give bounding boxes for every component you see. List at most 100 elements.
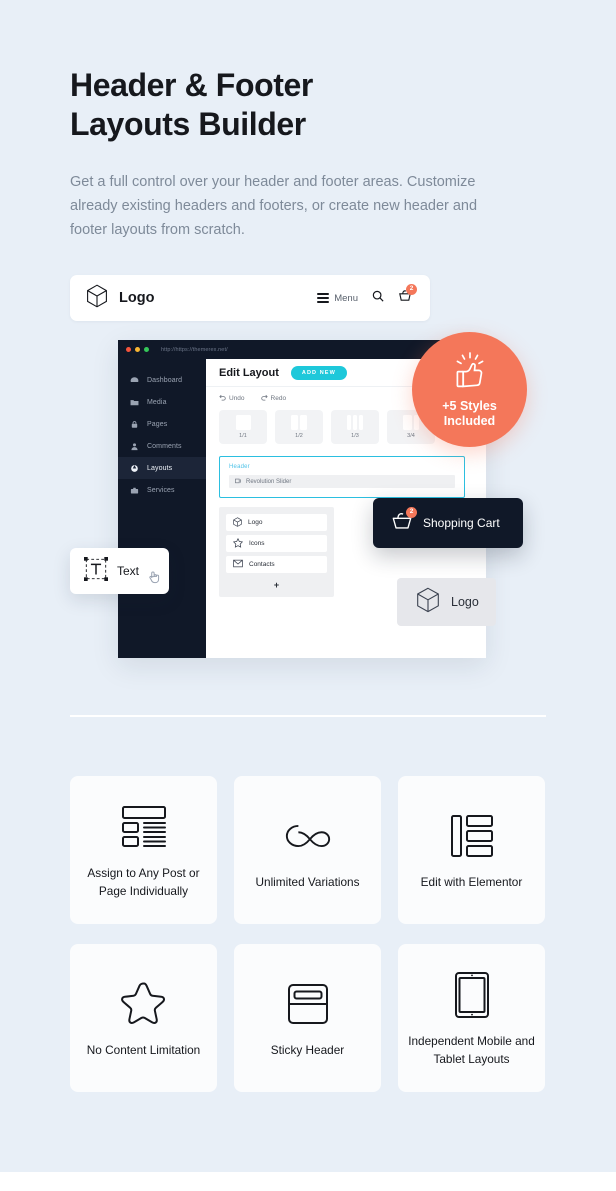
- feature-card-no-content-limitation[interactable]: No Content Limitation: [70, 944, 217, 1092]
- widget-column-panel: Logo Icons Contacts +: [219, 507, 334, 597]
- selected-header-block[interactable]: Header Revolution Slider: [219, 456, 465, 498]
- sidebar-item-pages[interactable]: Pages: [118, 413, 206, 435]
- redo-button[interactable]: Redo: [260, 394, 287, 403]
- text-tool-label: Text: [117, 564, 140, 578]
- preview-cart-button[interactable]: 2: [398, 284, 417, 307]
- shopping-cart-label: Shopping Cart: [423, 516, 500, 530]
- hero-subtitle: Get a full control over your header and …: [70, 174, 478, 238]
- sidebar-item-media[interactable]: Media: [118, 391, 206, 413]
- preview-header-actions: Menu 2: [317, 284, 417, 307]
- address-bar[interactable]: http://https://themerex.net/: [161, 347, 228, 353]
- sidebar-item-services[interactable]: Services: [118, 479, 206, 501]
- close-icon[interactable]: [126, 347, 131, 352]
- star-icon: [232, 537, 244, 550]
- sidebar-item-layouts[interactable]: Layouts: [118, 457, 206, 479]
- preview-cart-count: 2: [406, 284, 417, 295]
- page-background: Header & Footer Layouts Builder Get a fu…: [0, 0, 616, 1172]
- undo-button[interactable]: Undo: [219, 394, 245, 403]
- styles-badge-line-1: +5 Styles: [442, 399, 497, 413]
- logo-widget-label: Logo: [451, 595, 479, 609]
- minimize-icon[interactable]: [135, 347, 140, 352]
- list-layout-icon: [121, 798, 167, 856]
- sidebar-item-label: Pages: [147, 420, 168, 428]
- preview-menu-button[interactable]: Menu: [317, 293, 358, 304]
- tablet-icon: [454, 966, 490, 1024]
- page-title: Header & Footer Layouts Builder: [70, 66, 550, 144]
- search-icon[interactable]: [372, 289, 384, 307]
- thumbs-up-icon: [450, 350, 490, 395]
- preset-label: 1/2: [295, 433, 303, 439]
- add-new-button[interactable]: ADD NEW: [290, 365, 347, 380]
- cube-icon: [86, 284, 108, 313]
- preview-logo[interactable]: Logo: [86, 284, 154, 313]
- preset-preview: [291, 415, 307, 430]
- cart-badge-count: 2: [406, 506, 417, 518]
- section-divider: [70, 715, 546, 717]
- feature-card-label: Sticky Header: [270, 1043, 345, 1057]
- infinity-icon: [283, 807, 333, 865]
- preview-logo-label: Logo: [119, 290, 155, 306]
- lock-pages-icon: [130, 420, 139, 429]
- cube-icon: [416, 587, 440, 618]
- column-preset-1-2[interactable]: 1/2: [275, 410, 323, 444]
- widget-row-logo[interactable]: Logo: [226, 514, 327, 531]
- maximize-icon[interactable]: [144, 347, 149, 352]
- shopping-cart-icon: [391, 512, 413, 535]
- site-header-preview: Logo Menu 2: [70, 275, 430, 321]
- undo-label: Undo: [229, 395, 245, 402]
- feature-card-label: Assign to Any Post or Page Individually: [87, 866, 200, 898]
- redo-label: Redo: [270, 395, 287, 402]
- styles-badge-text: +5 Styles Included: [442, 399, 497, 429]
- layouts-icon: [130, 464, 139, 473]
- styles-badge-line-2: Included: [443, 414, 496, 428]
- feature-card-assign-to-any-post[interactable]: Assign to Any Post or Page Individually: [70, 776, 217, 924]
- hamburger-icon: [317, 293, 330, 303]
- column-preset-1-3[interactable]: 1/3: [331, 410, 379, 444]
- sidebar-item-comments[interactable]: Comments: [118, 435, 206, 457]
- sidebar-item-label: Dashboard: [147, 376, 183, 384]
- preview-menu-label: Menu: [334, 292, 358, 304]
- page-title-line-1: Header & Footer: [70, 67, 313, 103]
- feature-card-independent-mobile-tablet[interactable]: Independent Mobile and Tablet Layouts: [398, 944, 545, 1092]
- sidebar-item-label: Comments: [147, 442, 182, 450]
- widget-row-contacts[interactable]: Contacts: [226, 556, 327, 573]
- media-folder-icon: [130, 398, 139, 407]
- preset-label: 3/4: [407, 433, 415, 439]
- preset-label: 1/3: [351, 433, 359, 439]
- feature-card-edit-with-elementor[interactable]: Edit with Elementor: [398, 776, 545, 924]
- feature-card-sticky-header[interactable]: Sticky Header: [234, 944, 381, 1092]
- cart-icon-wrap: 2: [391, 506, 417, 536]
- feature-card-unlimited-variations[interactable]: Unlimited Variations: [234, 776, 381, 924]
- widget-label: Contacts: [249, 561, 275, 568]
- hero-section: Header & Footer Layouts Builder Get a fu…: [70, 66, 550, 242]
- widget-row-icons[interactable]: Icons: [226, 535, 327, 552]
- preset-label: 1/1: [239, 433, 247, 439]
- text-tool-callout[interactable]: Text: [70, 548, 169, 594]
- redo-arrow-icon: [260, 394, 268, 403]
- envelope-icon: [233, 559, 243, 570]
- preset-preview: [235, 415, 251, 430]
- sidebar-item-label: Services: [147, 486, 175, 494]
- sticky-header-icon: [287, 975, 329, 1033]
- widget-label: Icons: [249, 540, 265, 547]
- revolution-slider-widget[interactable]: Revolution Slider: [229, 475, 455, 488]
- user-comments-icon: [130, 442, 139, 451]
- shopping-cart-callout: 2 Shopping Cart: [373, 498, 523, 548]
- add-widget-button[interactable]: +: [226, 577, 327, 590]
- slider-widget-icon: [235, 478, 241, 486]
- feature-card-label: Independent Mobile and Tablet Layouts: [408, 1034, 535, 1066]
- preset-preview: [347, 415, 363, 430]
- header-block-label: Header: [229, 464, 250, 470]
- feature-card-label: No Content Limitation: [86, 1043, 201, 1057]
- logo-widget-callout[interactable]: Logo: [397, 578, 496, 626]
- hand-cursor-icon: [148, 570, 161, 589]
- column-preset-1-1[interactable]: 1/1: [219, 410, 267, 444]
- sidebar-item-label: Media: [147, 398, 167, 406]
- feature-card-label: Unlimited Variations: [255, 875, 360, 889]
- services-briefcase-icon: [130, 486, 139, 495]
- preset-preview: [403, 415, 419, 430]
- feature-card-grid: Assign to Any Post or Page Individually …: [70, 776, 546, 1092]
- feature-card-label: Edit with Elementor: [420, 875, 523, 889]
- cube-icon: [233, 516, 242, 529]
- sidebar-item-dashboard[interactable]: Dashboard: [118, 369, 206, 391]
